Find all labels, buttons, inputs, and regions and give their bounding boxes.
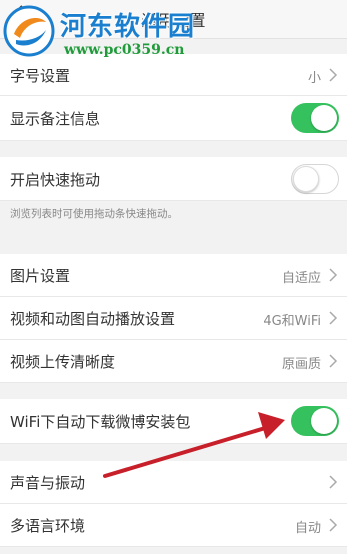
upload-quality-value: 原画质 <box>281 357 321 372</box>
quick-drag-toggle[interactable] <box>291 164 339 194</box>
autoplay-value: 4G和WiFi <box>263 314 321 329</box>
toggle-knob <box>311 105 337 131</box>
chevron-right-icon <box>329 354 338 368</box>
nav-header: 通用设置 <box>0 0 347 39</box>
chevron-right-icon <box>329 518 338 532</box>
font-size-value: 小 <box>307 71 321 86</box>
autoplay-row[interactable]: 视频和动图自动播放设置 4G和WiFi <box>0 297 347 340</box>
language-row[interactable]: 多语言环境 自动 <box>0 504 347 547</box>
wifi-download-label: WiFi下自动下载微博安装包 <box>10 413 191 431</box>
image-settings-value: 自适应 <box>281 271 321 286</box>
image-settings-row[interactable]: 图片设置 自适应 <box>0 254 347 297</box>
font-size-label: 字号设置 <box>10 67 71 85</box>
show-remarks-toggle[interactable] <box>291 103 339 133</box>
page-title: 通用设置 <box>141 11 206 30</box>
autoplay-label: 视频和动图自动播放设置 <box>10 310 176 328</box>
show-remarks-row: 显示备注信息 <box>0 96 347 141</box>
chevron-right-icon <box>329 311 338 325</box>
language-value: 自动 <box>294 521 321 536</box>
upload-quality-label: 视频上传清晰度 <box>10 353 116 371</box>
image-settings-label: 图片设置 <box>10 267 71 285</box>
language-label: 多语言环境 <box>10 517 86 535</box>
toggle-knob <box>293 166 319 192</box>
quick-drag-label: 开启快速拖动 <box>10 171 101 189</box>
chevron-right-icon <box>329 268 338 282</box>
upload-quality-row[interactable]: 视频上传清晰度 原画质 <box>0 340 347 383</box>
sound-vibration-row[interactable]: 声音与振动 <box>0 461 347 504</box>
quick-drag-hint: 浏览列表时可使用拖动条快速拖动。 <box>10 208 178 220</box>
show-remarks-label: 显示备注信息 <box>10 110 101 128</box>
quick-drag-row: 开启快速拖动 <box>0 157 347 201</box>
font-size-row[interactable]: 字号设置 小 <box>0 54 347 96</box>
wifi-download-row: WiFi下自动下载微博安装包 <box>0 399 347 444</box>
wifi-download-toggle[interactable] <box>291 406 339 436</box>
chevron-right-icon <box>329 475 338 489</box>
chevron-right-icon <box>329 68 338 82</box>
toggle-knob <box>311 408 337 434</box>
sound-vibration-label: 声音与振动 <box>10 474 86 492</box>
